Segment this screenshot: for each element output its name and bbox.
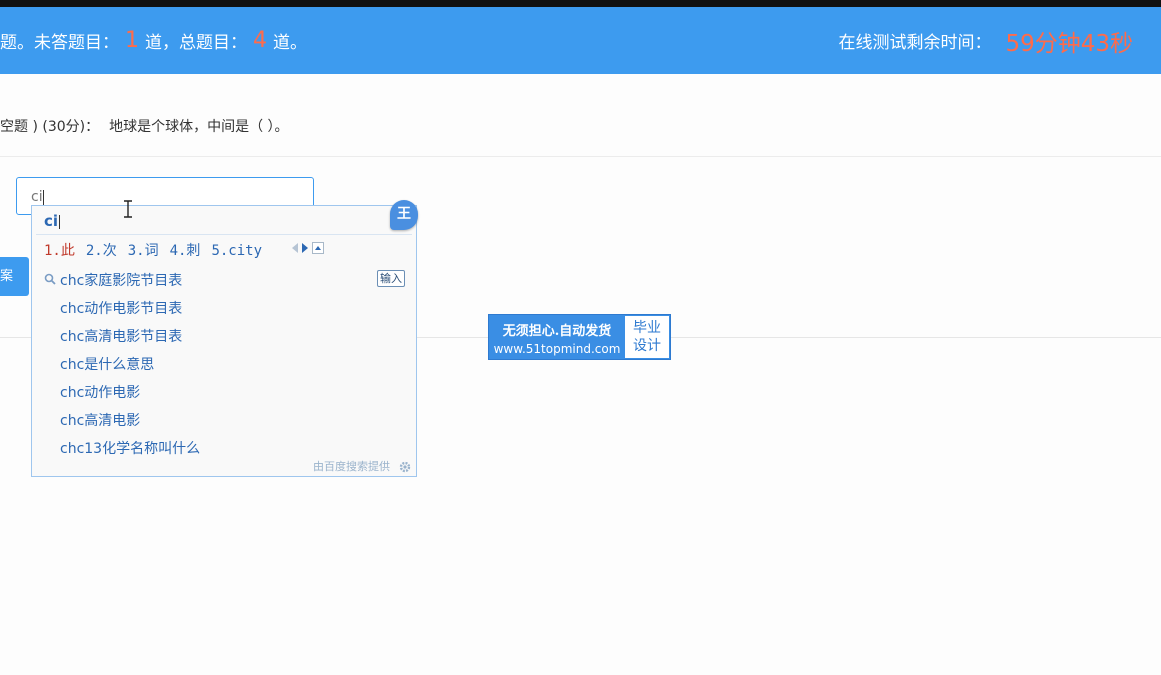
window-top-strip <box>0 0 1161 7</box>
status-suffix: 道。 <box>273 33 307 53</box>
text-cursor-icon <box>124 200 132 218</box>
watermark-banner: 无须担心.自动发货 www.51topmind.com 毕业 设计 <box>488 314 671 360</box>
question-text: 地球是个球体，中间是（ ）。 <box>109 119 289 135</box>
total-count: 4 <box>253 28 267 53</box>
remaining-time: 在线测试剩余时间： 59分钟43秒 <box>838 7 1133 74</box>
ime-footer: 由百度搜索提供 <box>313 460 390 473</box>
submit-answer-label: 案 <box>0 269 14 284</box>
ime-suggestion[interactable]: chc动作电影 <box>60 382 140 402</box>
divider <box>0 156 1161 157</box>
exam-status-bar: 题。未答题目： 1 道，总题目： 4 道。 在线测试剩余时间： 59分钟43秒 <box>0 7 1161 74</box>
ime-suggestion[interactable]: chc动作电影节目表 <box>60 298 182 318</box>
prev-page-icon[interactable] <box>292 243 298 253</box>
watermark-slogan: 无须担心.自动发货 <box>502 324 612 339</box>
text-caret <box>42 189 44 205</box>
status-prefix: 题。未答题目： <box>0 33 119 53</box>
gear-icon[interactable] <box>399 461 411 473</box>
ime-suggestion[interactable]: chc家庭影院节目表 <box>60 270 182 290</box>
ime-suggestion[interactable]: chc是什么意思 <box>60 354 154 374</box>
search-icon <box>44 273 56 285</box>
ime-suggestion[interactable]: chc13化学名称叫什么 <box>60 438 200 458</box>
ime-candidate[interactable]: 5.city <box>211 243 262 259</box>
ime-candidate-list: 1.此 2.次 3.词 4.刺 5.city <box>44 240 273 260</box>
answer-progress: 题。未答题目： 1 道，总题目： 4 道。 <box>0 7 307 74</box>
timer-label: 在线测试剩余时间： <box>838 33 992 53</box>
question-type-score: 空题 ) (30分)： <box>0 119 100 135</box>
next-page-icon[interactable] <box>302 243 308 253</box>
ime-candidate[interactable]: 2.次 <box>86 243 117 259</box>
ime-candidate[interactable]: 3.词 <box>128 243 159 259</box>
ime-separator <box>36 234 412 235</box>
ime-composition: ci <box>44 212 61 230</box>
watermark-side: 毕业 设计 <box>625 316 669 358</box>
ime-suggestion[interactable]: chc高清电影 <box>60 410 140 430</box>
answer-input-value: ci <box>31 189 43 205</box>
ime-enter-button[interactable]: 输入 <box>377 270 405 287</box>
ime-pager <box>292 242 324 254</box>
submit-answer-button[interactable]: 案 <box>0 257 29 296</box>
ime-candidate[interactable]: 1.此 <box>44 243 75 259</box>
ime-candidate[interactable]: 4.刺 <box>170 243 201 259</box>
status-mid: 道，总题目： <box>145 33 247 53</box>
watermark-side-line1: 毕业 <box>633 320 661 336</box>
ime-composition-text: ci <box>44 212 59 230</box>
ime-logo-text: 王 <box>397 206 411 222</box>
ime-logo-icon[interactable]: 王 <box>390 200 418 230</box>
ime-suggestion[interactable]: chc高清电影节目表 <box>60 326 182 346</box>
question-title: 空题 ) (30分)： 地球是个球体，中间是（ ）。 <box>0 116 289 136</box>
watermark-main: 无须担心.自动发货 www.51topmind.com <box>489 315 625 359</box>
watermark-side-line2: 设计 <box>633 338 661 354</box>
expand-icon[interactable] <box>312 242 324 254</box>
watermark-url: www.51topmind.com <box>493 342 621 356</box>
ime-candidate-window: ci 王 1.此 2.次 3.词 4.刺 5.city 输入 chc家庭影院节目表 ch… <box>31 200 418 477</box>
ime-caret <box>59 214 61 229</box>
unanswered-count: 1 <box>125 28 139 53</box>
timer-value: 59分钟43秒 <box>1005 30 1133 57</box>
